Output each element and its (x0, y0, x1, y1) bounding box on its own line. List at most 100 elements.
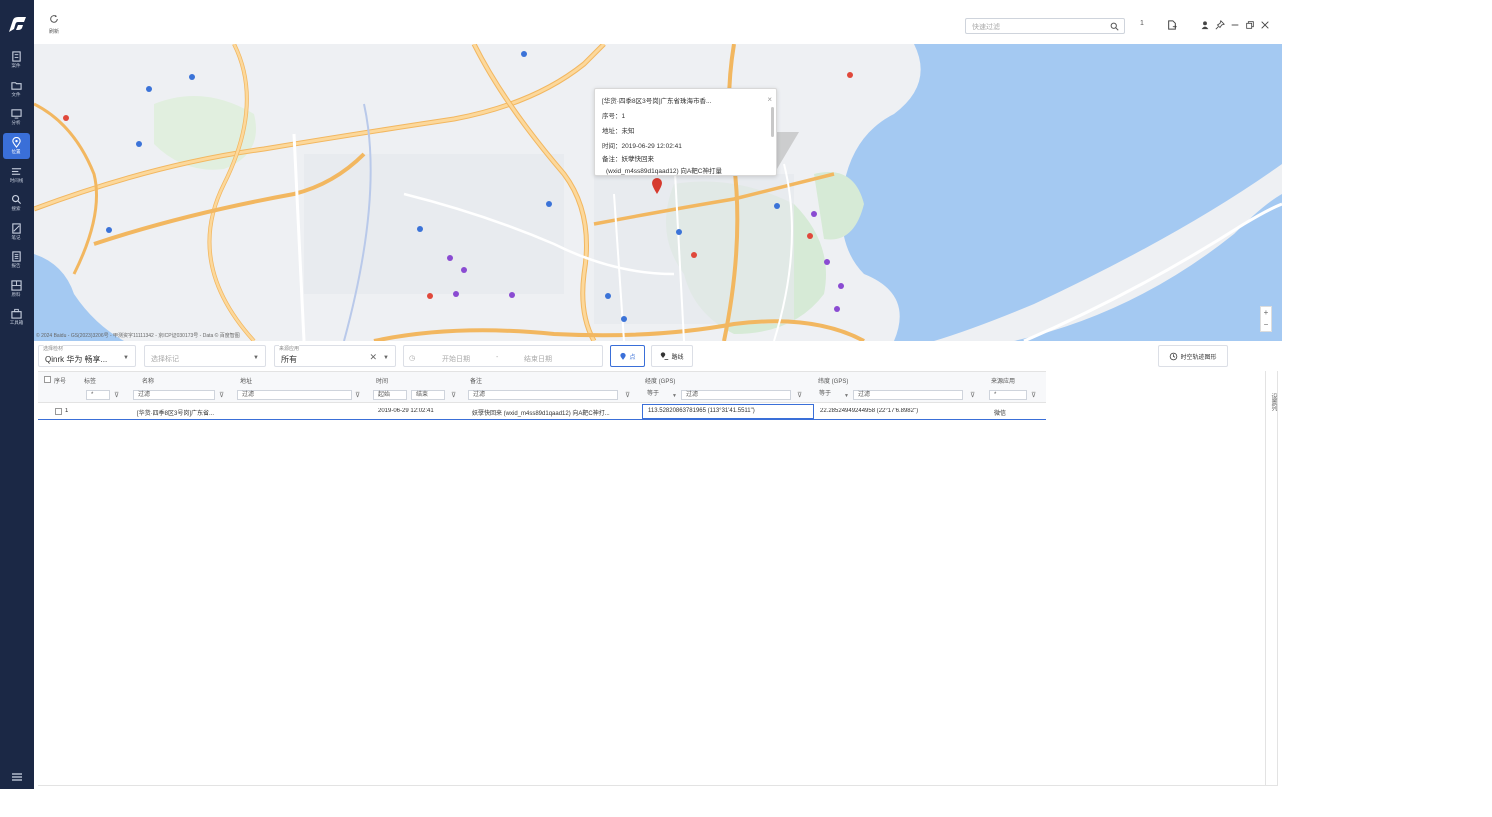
sidebar-item-label: 案件 (11, 63, 21, 69)
mark-placeholder: 选择标记 (151, 356, 179, 363)
mark-select[interactable]: 选择标记 ▼ (144, 345, 266, 367)
pin-icon[interactable] (1215, 20, 1225, 30)
sidebar-item-report[interactable]: 报告 (3, 247, 30, 273)
app-caption: 来源应用 (279, 345, 300, 352)
chevron-down-icon: ▼ (123, 355, 129, 361)
note-icon (12, 223, 21, 234)
date-range-picker[interactable]: ◷ 开始日期 - 结束日期 (403, 345, 603, 367)
zoom-in-button[interactable]: + (1261, 307, 1271, 319)
popup-title: [华货·四季8区3号岗]广东省珠海市香... (602, 98, 712, 105)
cell-latitude: 22.28524949244958 (22°17'6.8982") (820, 408, 919, 414)
sidebar-item-toolbox[interactable]: 工具箱 (3, 304, 30, 330)
name-filter-input[interactable]: 过滤 (133, 390, 215, 400)
restore-icon[interactable] (1245, 20, 1255, 30)
column-header-latitude[interactable]: 纬度 (GPS) (818, 376, 848, 385)
popup-scrollbar[interactable] (771, 107, 774, 137)
column-header-address[interactable]: 地址 (240, 376, 252, 385)
popup-address: 地址：未知 (602, 128, 635, 135)
sidebar-item-label: 时间线 (9, 178, 24, 184)
filter-icon[interactable]: ⊽ (451, 391, 456, 399)
chevron-down-icon: ▼ (844, 393, 849, 399)
sidebar-item-file[interactable]: 文件 (3, 76, 30, 102)
column-header-app[interactable]: 来源应用 (991, 376, 1015, 385)
filter-icon[interactable]: ⊽ (355, 391, 360, 399)
longitude-filter-input[interactable]: 过滤 (681, 390, 791, 400)
app-select[interactable]: 来源应用 所有 ✕ ▼ (274, 345, 396, 367)
user-icon[interactable] (1200, 20, 1210, 30)
row-checkbox[interactable] (55, 408, 62, 415)
popup-seq: 序号：1 (602, 113, 626, 120)
path-mode-label: 路线 (671, 354, 684, 361)
sidebar-item-label: 分析 (11, 120, 21, 126)
sidebar-item-note[interactable]: 笔记 (3, 219, 30, 245)
popup-remark-cont: (wxid_m4ss89d1qaad12) 向A靶C神打量 (606, 168, 722, 175)
map-zoom-control[interactable]: + − (1260, 306, 1272, 332)
table-row[interactable]: 1 [华货·四季8区3号岗]广东省... 2019-06-29 12:02:41… (38, 404, 1046, 420)
quick-filter-placeholder: 快速过滤 (972, 24, 1000, 31)
file-icon (11, 82, 22, 90)
column-header-time[interactable]: 时间 (376, 376, 388, 385)
clear-icon[interactable]: ✕ (369, 352, 377, 363)
date-range-separator: - (496, 354, 499, 361)
filter-bar: 选择检材 Qinrk 华为 畅享... ▼ 选择标记 ▼ 来源应用 所有 ✕ ▼… (34, 341, 1282, 371)
filter-icon[interactable]: ⊽ (625, 391, 630, 399)
popup-close-icon[interactable]: × (767, 92, 772, 107)
zoom-out-button[interactable]: − (1261, 319, 1271, 331)
source-caption: 选择检材 (43, 345, 64, 352)
track-graph-label: 时空轨迹图形 (1180, 354, 1217, 361)
cell-longitude[interactable]: 113.52820863781965 (113°31'41.5511") (642, 404, 814, 419)
column-settings-label[interactable]: 设置列 (1269, 393, 1278, 411)
point-mode-button[interactable]: 点 (610, 345, 645, 367)
tag-filter-input[interactable]: * (86, 390, 110, 400)
time-start-filter-input[interactable]: 起始 (373, 390, 407, 400)
timeline-icon (11, 168, 22, 175)
sidebar-item-timeline[interactable]: 时间线 (3, 162, 30, 188)
source-select[interactable]: 选择检材 Qinrk 华为 畅享... ▼ (38, 345, 136, 367)
map-pin-icon (620, 352, 627, 360)
search-icon (11, 194, 22, 205)
app-value: 所有 (281, 355, 297, 364)
filter-icon[interactable]: ⊽ (219, 391, 224, 399)
source-value: Qinrk 华为 畅享... (45, 355, 108, 364)
menu-icon[interactable] (11, 772, 23, 782)
time-end-filter-input[interactable]: 结束 (411, 390, 445, 400)
popup-remark: 备注：妖孽快回来 (602, 156, 654, 163)
cell-remark: 妖孽快回来 (wxid_m4ss89d1qaad12) 向A靶C神打... (472, 411, 610, 417)
column-header-tag[interactable]: 标签 (84, 376, 96, 385)
filter-icon[interactable]: ⊽ (797, 391, 802, 399)
minimize-icon[interactable] (1230, 20, 1240, 30)
export-icon[interactable] (1167, 20, 1177, 30)
sidebar-item-location[interactable]: 位置 (3, 133, 30, 159)
track-graph-button[interactable]: 时空轨迹图形 (1158, 345, 1228, 367)
sidebar-item-case[interactable]: 案件 (3, 47, 30, 73)
location-info-popup: [华货·四季8区3号岗]广东省珠海市香... 序号：1 地址：未知 时间：201… (594, 88, 777, 176)
sidebar-item-analysis[interactable]: 分析 (3, 104, 30, 130)
filter-icon[interactable]: ⊽ (970, 391, 975, 399)
notification-counter[interactable]: 1 (1140, 20, 1144, 30)
cell-seq: 1 (65, 408, 69, 414)
route-icon (661, 351, 669, 360)
app-filter-input[interactable]: * (989, 390, 1027, 400)
sidebar-item-search[interactable]: 搜索 (3, 190, 30, 216)
filter-icon[interactable]: ⊽ (114, 391, 119, 399)
close-icon[interactable] (1260, 20, 1270, 30)
map-view[interactable]: [华货·四季8区3号岗]广东省珠海市香... 序号：1 地址：未知 时间：201… (34, 44, 1282, 341)
column-settings-panel[interactable]: 设置列 (1265, 371, 1277, 786)
sidebar-item-label: 位置 (11, 149, 21, 155)
path-mode-button[interactable]: 路线 (651, 345, 693, 367)
select-all-checkbox[interactable] (44, 376, 51, 383)
latitude-filter-input[interactable]: 过滤 (853, 390, 963, 400)
column-header-seq[interactable]: 序号 (54, 376, 66, 385)
location-icon (12, 137, 21, 148)
sidebar-item-material[interactable]: 原料 (3, 276, 30, 302)
quick-filter-input[interactable]: 快速过滤 (965, 18, 1125, 34)
filter-icon[interactable]: ⊽ (1031, 391, 1036, 399)
address-filter-input[interactable]: 过滤 (237, 390, 352, 400)
refresh-label: 刷新 (48, 29, 59, 35)
column-header-name[interactable]: 名称 (142, 376, 154, 385)
remark-filter-input[interactable]: 过滤 (468, 390, 618, 400)
column-header-longitude[interactable]: 经度 (GPS) (645, 376, 675, 385)
refresh-button[interactable]: 刷新 (46, 14, 62, 35)
analysis-icon (11, 109, 22, 119)
column-header-remark[interactable]: 备注 (470, 376, 482, 385)
